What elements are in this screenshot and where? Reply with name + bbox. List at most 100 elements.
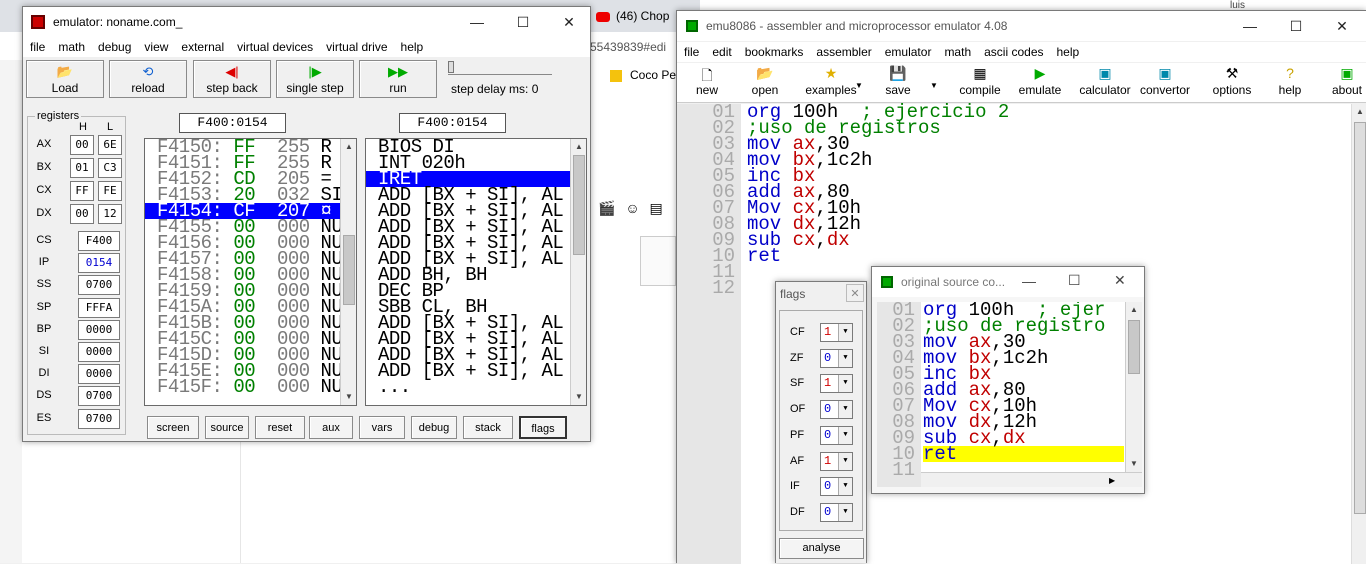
chevron-down-icon[interactable]: ▼ — [838, 478, 852, 496]
flag-value-select[interactable]: 0 ▼ — [820, 425, 853, 445]
chevron-down-icon[interactable]: ▼ — [838, 426, 852, 444]
maximize-icon[interactable]: ☐ — [1068, 272, 1081, 289]
register-value-field[interactable]: 0000 — [78, 342, 120, 362]
register-value-field[interactable]: 0000 — [78, 364, 120, 385]
save-button[interactable]: 💾 save — [883, 65, 913, 97]
new-button[interactable]: 🗋 new — [691, 65, 723, 97]
close-icon[interactable]: ✕ — [1319, 11, 1365, 41]
examples-button[interactable]: ★ examples — [799, 65, 863, 97]
reload-button[interactable]: ⟲ reload — [109, 60, 187, 98]
menu-ascii-codes[interactable]: ascii codes — [984, 45, 1043, 59]
open-button[interactable]: 📂 open — [747, 65, 783, 97]
debug-button[interactable]: debug — [411, 416, 457, 439]
scroll-up-icon[interactable]: ▲ — [571, 139, 586, 155]
register-value-field[interactable]: 0700 — [78, 408, 120, 429]
register-high-field[interactable]: 01 — [70, 158, 94, 178]
reset-button[interactable]: reset — [255, 416, 305, 439]
register-value-field[interactable]: 0154 — [78, 253, 120, 274]
stack-button[interactable]: stack — [463, 416, 513, 439]
scroll-right-icon[interactable]: ▶ — [1109, 473, 1115, 488]
minimize-icon[interactable]: — — [1227, 11, 1273, 41]
aux-button[interactable]: aux — [309, 416, 353, 439]
load-button[interactable]: 📂 Load — [26, 60, 104, 98]
screen-button[interactable]: screen — [147, 416, 199, 439]
memory-list[interactable]: F4150: FF 255 R F4151: FF 255 R F4152: CD … — [144, 138, 357, 406]
examples-dropdown-icon[interactable]: ▼ — [855, 81, 863, 90]
memory-scrollbar[interactable]: ▲ ▼ — [340, 139, 356, 405]
source-scroll-thumb[interactable] — [1128, 320, 1140, 374]
image-icon[interactable]: ▤ — [650, 200, 663, 216]
close-icon[interactable]: ✕ — [546, 7, 592, 37]
menu-view[interactable]: view — [144, 40, 168, 54]
register-value-field[interactable]: 0700 — [78, 386, 120, 407]
editor-titlebar[interactable]: emu8086 - assembler and microprocessor e… — [677, 11, 1366, 41]
flag-value-select[interactable]: 0 ▼ — [820, 348, 853, 368]
disassembly-list[interactable]: BIOS DI INT 020h IRET ADD [BX + SI], AL ADD … — [365, 138, 587, 406]
menu-file[interactable]: file — [30, 40, 45, 54]
editor-scrollbar[interactable]: ▲ — [1351, 104, 1366, 564]
chevron-down-icon[interactable]: ▼ — [838, 401, 852, 419]
menu-assembler[interactable]: assembler — [816, 45, 871, 59]
register-low-field[interactable]: 12 — [98, 204, 122, 224]
menu-help[interactable]: help — [1057, 45, 1080, 59]
maximize-icon[interactable]: ☐ — [1273, 11, 1319, 41]
scroll-up-icon[interactable]: ▲ — [1126, 302, 1142, 318]
save-dropdown-icon[interactable]: ▼ — [930, 81, 938, 90]
browser-tab-youtube[interactable]: (46) Chop — [596, 5, 686, 27]
flags-titlebar[interactable]: flags ✕ — [776, 282, 866, 306]
flag-value-select[interactable]: 0 ▼ — [820, 477, 853, 497]
slider-thumb[interactable] — [448, 61, 454, 73]
source-code-view[interactable]: org 100h ; ejer ;uso de registro mov ax,30… — [921, 302, 1126, 487]
emulator-titlebar[interactable]: emulator: noname.com_ — ☐ ✕ — [23, 7, 590, 37]
flags-button[interactable]: flags — [519, 416, 567, 439]
chevron-down-icon[interactable]: ▼ — [838, 375, 852, 393]
menu-help[interactable]: help — [401, 40, 424, 54]
vars-button[interactable]: vars — [359, 416, 405, 439]
scroll-up-icon[interactable]: ▲ — [1352, 104, 1366, 120]
menu-math[interactable]: math — [58, 40, 85, 54]
menu-edit[interactable]: edit — [712, 45, 731, 59]
menu-virtual-drive[interactable]: virtual drive — [326, 40, 387, 54]
memory-address-field[interactable]: F400:0154 — [179, 113, 286, 133]
register-high-field[interactable]: 00 — [70, 135, 94, 155]
chevron-down-icon[interactable]: ▼ — [838, 503, 852, 521]
editor-scroll-thumb[interactable] — [1354, 122, 1366, 514]
menu-debug[interactable]: debug — [98, 40, 131, 54]
menu-external[interactable]: external — [181, 40, 224, 54]
flag-value-select[interactable]: 0 ▼ — [820, 400, 853, 420]
about-button[interactable]: ▣ about — [1327, 65, 1366, 97]
help-button[interactable]: ? help — [1275, 65, 1305, 97]
scroll-up-icon[interactable]: ▲ — [341, 139, 356, 155]
register-low-field[interactable]: FE — [98, 181, 122, 201]
step-delay-slider[interactable] — [448, 61, 552, 75]
source-hscrollbar[interactable]: ▶ — [921, 472, 1142, 487]
menu-virtual-devices[interactable]: virtual devices — [237, 40, 313, 54]
register-high-field[interactable]: FF — [70, 181, 94, 201]
minimize-icon[interactable]: — — [454, 7, 500, 37]
convertor-button[interactable]: ▣ convertor — [1137, 65, 1193, 97]
maximize-icon[interactable]: ☐ — [500, 7, 546, 37]
register-value-field[interactable]: FFFA — [78, 297, 120, 318]
disassembly-address-field[interactable]: F400:0154 — [399, 113, 506, 133]
scroll-down-icon[interactable]: ▼ — [1126, 456, 1142, 472]
chevron-down-icon[interactable]: ▼ — [838, 324, 852, 341]
step-back-button[interactable]: ◀| step back — [193, 60, 271, 98]
analyse-button[interactable]: analyse — [779, 538, 864, 559]
menu-math[interactable]: math — [944, 45, 971, 59]
scroll-down-icon[interactable]: ▼ — [341, 389, 356, 405]
memory-scroll-thumb[interactable] — [343, 235, 355, 305]
flag-value-select[interactable]: 1 ▼ — [820, 451, 853, 471]
flag-value-select[interactable]: 0 ▼ — [820, 502, 853, 522]
disassembly-scrollbar[interactable]: ▲ ▼ — [570, 139, 586, 405]
scroll-down-icon[interactable]: ▼ — [571, 389, 586, 405]
browser-bookmark[interactable]: Coco Pe — [610, 67, 676, 83]
disassembly-scroll-thumb[interactable] — [573, 155, 585, 255]
register-low-field[interactable]: 6E — [98, 135, 122, 155]
menu-emulator[interactable]: emulator — [885, 45, 932, 59]
source-titlebar[interactable]: original source co... — ☐ ✕ — [872, 267, 1144, 297]
register-low-field[interactable]: C3 — [98, 158, 122, 178]
flag-value-select[interactable]: 1 ▼ — [820, 374, 853, 394]
register-high-field[interactable]: 00 — [70, 204, 94, 224]
minimize-icon[interactable]: — — [1022, 273, 1036, 289]
menu-file[interactable]: file — [684, 45, 699, 59]
